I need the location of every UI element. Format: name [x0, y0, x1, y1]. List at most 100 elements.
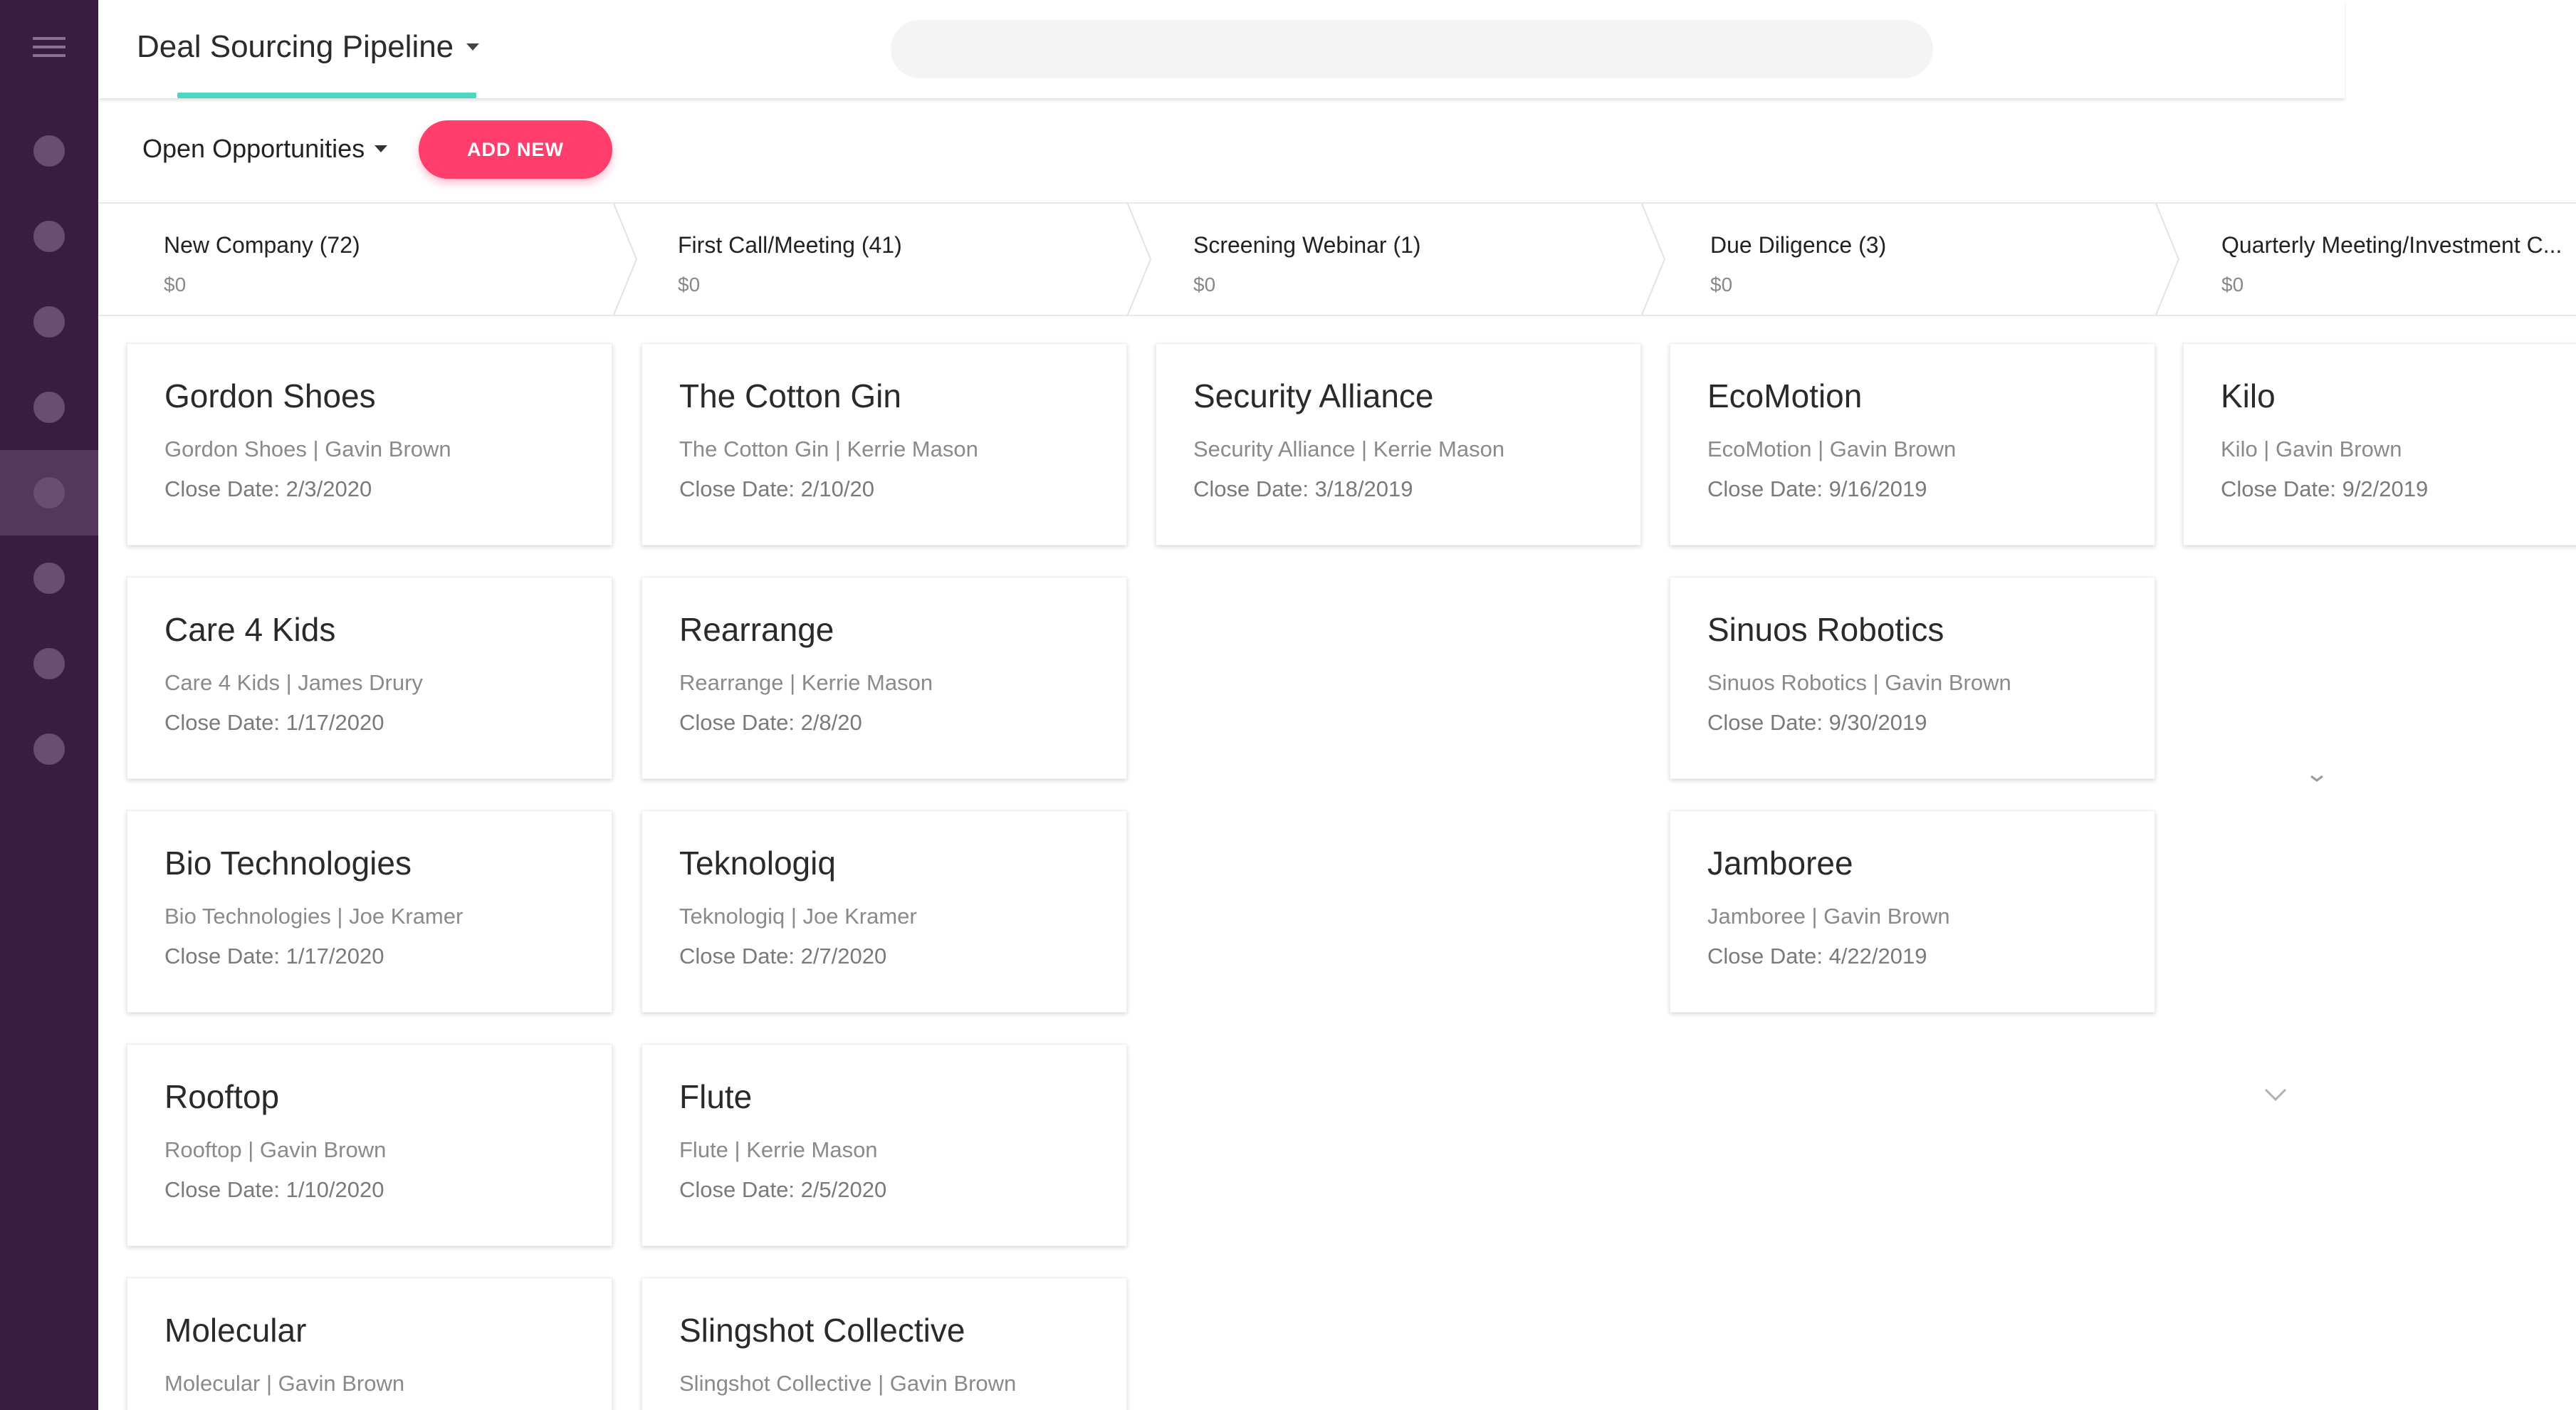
- deal-card[interactable]: Teknologiq Teknologiq | Joe Kramer Close…: [642, 810, 1127, 1013]
- nav-icon: [33, 648, 65, 679]
- deal-close-date: Close Date: 2/3/2020: [164, 476, 372, 501]
- nav-icon: [33, 221, 65, 252]
- deal-card[interactable]: Bio Technologies Bio Technologies | Joe …: [127, 810, 612, 1013]
- stage-header[interactable]: Screening Webinar (1) $0: [1193, 204, 1635, 315]
- stage-separator-chevron: [1126, 204, 1155, 315]
- deal-title: Flute: [679, 1078, 753, 1115]
- deal-close-date: Close Date: 2/8/20: [679, 710, 862, 735]
- deal-title: Rooftop: [164, 1078, 280, 1115]
- deal-close-date: Close Date: 2/10/20: [679, 476, 875, 501]
- deal-title: Sinuos Robotics: [1707, 611, 1944, 648]
- stage-amount: $0: [164, 273, 187, 296]
- deal-card[interactable]: The Cotton Gin The Cotton Gin | Kerrie M…: [642, 343, 1127, 545]
- deal-subtitle: Bio Technologies | Joe Kramer: [164, 904, 464, 929]
- stage-separator-chevron: [612, 204, 641, 315]
- deal-subtitle: Slingshot Collective | Gavin Brown: [679, 1371, 1017, 1396]
- deal-subtitle: Security Alliance | Kerrie Mason: [1193, 437, 1505, 461]
- stage-name: Due Diligence (3): [1710, 232, 1887, 258]
- sidebar-item-5[interactable]: [0, 450, 98, 536]
- sidebar-item-1[interactable]: [0, 108, 98, 194]
- deal-title: Teknologiq: [679, 845, 836, 882]
- stage-header-bar: New Company (72) $0 First Call/Meeting (…: [98, 202, 2576, 316]
- stage-amount: $0: [1710, 273, 1733, 296]
- stage-name: First Call/Meeting (41): [678, 232, 902, 258]
- deal-card[interactable]: EcoMotion EcoMotion | Gavin Brown Close …: [1670, 343, 2155, 545]
- stage-header[interactable]: First Call/Meeting (41) $0: [678, 204, 1119, 315]
- deal-close-date: Close Date: 3/18/2019: [1193, 476, 1413, 501]
- deal-title: Security Alliance: [1193, 377, 1434, 414]
- deal-subtitle: EcoMotion | Gavin Brown: [1707, 437, 1957, 461]
- deal-title: Slingshot Collective: [679, 1312, 965, 1349]
- deal-card[interactable]: Rearrange Rearrange | Kerrie Mason Close…: [642, 577, 1127, 779]
- deal-card[interactable]: Jamboree Jamboree | Gavin Brown Close Da…: [1670, 810, 2155, 1013]
- deal-card[interactable]: Sinuos Robotics Sinuos Robotics | Gavin …: [1670, 577, 2155, 779]
- stage-name: New Company (72): [164, 232, 360, 258]
- sidebar: [0, 0, 98, 1410]
- deal-subtitle: Sinuos Robotics | Gavin Brown: [1707, 670, 2011, 695]
- deal-card[interactable]: Slingshot Collective Slingshot Collectiv…: [642, 1278, 1127, 1410]
- nav-icon: [33, 563, 65, 594]
- deal-card[interactable]: Care 4 Kids Care 4 Kids | James Drury Cl…: [127, 577, 612, 779]
- chevron-down-icon[interactable]: [2261, 1085, 2290, 1109]
- nav-icon: [33, 392, 65, 423]
- deal-close-date: Close Date: 9/2/2019: [2221, 476, 2429, 501]
- stage-name: Quarterly Meeting/Investment C...: [2221, 232, 2562, 258]
- deal-title: Care 4 Kids: [164, 611, 336, 648]
- deal-subtitle: Rooftop | Gavin Brown: [164, 1137, 387, 1162]
- deal-title: Molecular: [164, 1312, 307, 1349]
- deal-close-date: Close Date: 1/17/2020: [164, 710, 384, 735]
- deal-subtitle: Gordon Shoes | Gavin Brown: [164, 437, 451, 461]
- stage-amount: $0: [1193, 273, 1216, 296]
- hamburger-menu-icon[interactable]: [33, 37, 66, 61]
- sidebar-item-2[interactable]: [0, 194, 98, 279]
- pipeline-selector[interactable]: Deal Sourcing Pipeline: [137, 26, 480, 68]
- sidebar-item-6[interactable]: [0, 536, 98, 621]
- deal-card[interactable]: Gordon Shoes Gordon Shoes | Gavin Brown …: [127, 343, 612, 545]
- deal-subtitle: Molecular | Gavin Brown: [164, 1371, 405, 1396]
- deal-close-date: Close Date: 1/10/2020: [164, 1177, 384, 1202]
- deal-close-date: Close Date: 1/17/2020: [164, 944, 384, 968]
- chevron-down-icon: [375, 145, 388, 152]
- stage-amount: $0: [678, 273, 701, 296]
- stage-separator-chevron: [1640, 204, 1669, 315]
- deal-title: Bio Technologies: [164, 845, 412, 882]
- deal-close-date: Close Date: 2/5/2020: [679, 1177, 887, 1202]
- stage-amount: $0: [2221, 273, 2244, 296]
- chevron-down-icon[interactable]: [2307, 773, 2327, 788]
- deal-card[interactable]: Flute Flute | Kerrie Mason Close Date: 2…: [642, 1044, 1127, 1246]
- top-bar: Deal Sourcing Pipeline: [98, 0, 2345, 98]
- deal-subtitle: Rearrange | Kerrie Mason: [679, 670, 933, 695]
- deal-subtitle: Teknologiq | Joe Kramer: [679, 904, 917, 929]
- stage-separator-chevron: [2154, 204, 2183, 315]
- deal-subtitle: Flute | Kerrie Mason: [679, 1137, 878, 1162]
- nav-icon: [33, 306, 65, 338]
- sidebar-item-4[interactable]: [0, 365, 98, 450]
- deal-title: Jamboree: [1707, 845, 1853, 882]
- deal-title: EcoMotion: [1707, 377, 1863, 414]
- deal-card[interactable]: Molecular Molecular | Gavin Brown: [127, 1278, 612, 1410]
- active-tab-indicator: [177, 93, 476, 98]
- page-title: Deal Sourcing Pipeline: [137, 29, 454, 64]
- chevron-down-icon: [466, 43, 480, 51]
- stage-header[interactable]: Due Diligence (3) $0: [1710, 204, 2152, 315]
- stage-header[interactable]: New Company (72) $0: [164, 204, 605, 315]
- deal-subtitle: Care 4 Kids | James Drury: [164, 670, 423, 695]
- deal-title: Gordon Shoes: [164, 377, 376, 414]
- add-new-button[interactable]: ADD NEW: [419, 120, 612, 179]
- deal-close-date: Close Date: 4/22/2019: [1707, 944, 1927, 968]
- nav-icon: [33, 135, 65, 167]
- sidebar-item-8[interactable]: [0, 706, 98, 792]
- deal-title: The Cotton Gin: [679, 377, 901, 414]
- sidebar-item-7[interactable]: [0, 621, 98, 706]
- deal-card[interactable]: Security Alliance Security Alliance | Ke…: [1156, 343, 1641, 545]
- deal-close-date: Close Date: 9/16/2019: [1707, 476, 1927, 501]
- deal-card[interactable]: Rooftop Rooftop | Gavin Brown Close Date…: [127, 1044, 612, 1246]
- deal-subtitle: Jamboree | Gavin Brown: [1707, 904, 1950, 929]
- deal-card[interactable]: Kilo Kilo | Gavin Brown Close Date: 9/2/…: [2183, 343, 2576, 545]
- sidebar-item-3[interactable]: [0, 279, 98, 365]
- filter-dropdown[interactable]: Open Opportunities: [142, 134, 388, 164]
- search-input[interactable]: [891, 20, 1933, 78]
- deal-close-date: Close Date: 9/30/2019: [1707, 710, 1927, 735]
- filter-label: Open Opportunities: [142, 134, 365, 163]
- stage-header[interactable]: Quarterly Meeting/Investment C... $0: [2221, 204, 2576, 315]
